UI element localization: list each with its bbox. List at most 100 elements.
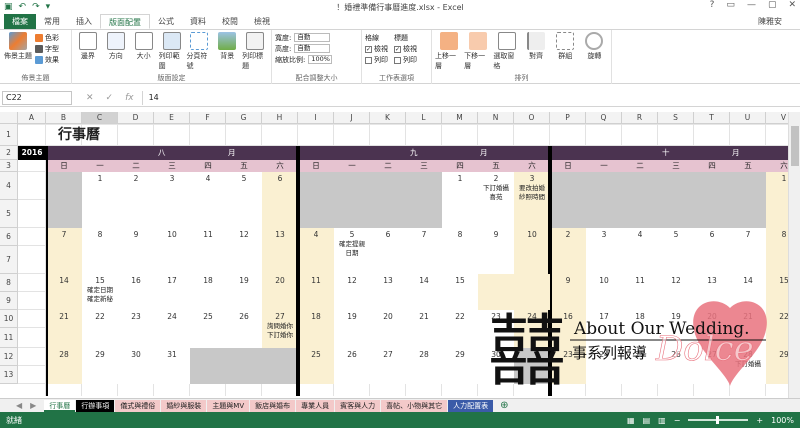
zoom-level[interactable]: 100% <box>771 416 794 425</box>
headings-view[interactable]: ✓ 檢視 <box>394 44 417 54</box>
scroll-thumb[interactable] <box>791 126 799 166</box>
year-cell[interactable]: 2016 <box>18 146 46 160</box>
page-break-view-icon[interactable]: ▥ <box>658 416 666 425</box>
normal-view-icon[interactable]: ▦ <box>627 416 635 425</box>
tab-file[interactable]: 檔案 <box>4 14 36 29</box>
worksheet-grid[interactable]: 行事曆 2016 八月日一二三四五六 1 2 3 4 5 6 7 8 9 10 11 12 13 14 15 16 1… <box>18 124 788 396</box>
sheet-tab-0[interactable]: 行事曆 <box>44 399 76 412</box>
formula-input[interactable]: 14 <box>141 90 800 105</box>
row-header-11[interactable]: 11 <box>0 328 18 348</box>
zoom-slider[interactable] <box>688 416 749 424</box>
event-note[interactable]: 詢問婚你 下訂婚你 <box>262 322 298 340</box>
column-header-F[interactable]: F <box>190 112 226 124</box>
row-header-6[interactable]: 6 <box>0 228 18 246</box>
vertical-scrollbar[interactable] <box>788 112 800 398</box>
undo-icon[interactable]: ↶ <box>19 2 27 12</box>
event-note[interactable]: 確定提親 日期 <box>334 240 370 258</box>
enter-icon[interactable]: ✓ <box>106 93 114 103</box>
user-name[interactable]: 陳雅安 <box>758 14 800 29</box>
gridlines-print[interactable]: 列印 <box>365 55 388 65</box>
tab-view[interactable]: 檢視 <box>246 14 278 29</box>
column-header-L[interactable]: L <box>406 112 442 124</box>
row-header-10[interactable]: 10 <box>0 310 18 328</box>
add-sheet-icon[interactable]: ⊕ <box>500 400 508 411</box>
column-header-A[interactable]: A <box>18 112 46 124</box>
column-header-O[interactable]: O <box>514 112 550 124</box>
next-sheet-icon[interactable]: ▶ <box>30 401 36 410</box>
zoom-slider-thumb[interactable] <box>716 416 720 424</box>
row-header-1[interactable]: 1 <box>0 124 18 146</box>
redo-icon[interactable]: ↷ <box>32 2 40 12</box>
page-layout-view-icon[interactable]: ▤ <box>643 416 651 425</box>
tab-insert[interactable]: 插入 <box>68 14 100 29</box>
sheet-tab-8[interactable]: 喜帖、小物與其它 <box>381 399 448 412</box>
column-header-T[interactable]: T <box>694 112 730 124</box>
minimize-icon[interactable]: — <box>747 0 756 10</box>
column-header-H[interactable]: H <box>262 112 298 124</box>
row-header-13[interactable]: 13 <box>0 366 18 384</box>
column-header-S[interactable]: S <box>658 112 694 124</box>
row-header-12[interactable]: 12 <box>0 348 18 366</box>
row-header-3[interactable]: 3 <box>0 160 18 172</box>
column-header-I[interactable]: I <box>298 112 334 124</box>
width-dropdown[interactable]: 自動 <box>294 33 331 42</box>
zoom-in-icon[interactable]: + <box>756 416 763 425</box>
sheet-tab-4[interactable]: 主題與MV <box>207 399 250 412</box>
event-note[interactable]: 下訂婚攝 <box>730 360 766 369</box>
event-note[interactable]: 要改拍婚 紗照時間 <box>514 184 550 202</box>
column-header-K[interactable]: K <box>370 112 406 124</box>
column-header-P[interactable]: P <box>550 112 586 124</box>
effects-button[interactable]: 效果 <box>35 55 59 65</box>
sheet-tab-5[interactable]: 飯店與婚布 <box>250 399 296 412</box>
event-note[interactable]: 確定日期 確定新秘 <box>82 286 118 304</box>
tab-page-layout[interactable]: 版面配置 <box>100 14 150 29</box>
column-header-J[interactable]: J <box>334 112 370 124</box>
column-header-M[interactable]: M <box>442 112 478 124</box>
tab-review[interactable]: 校閱 <box>214 14 246 29</box>
sheet-tab-9[interactable]: 人力配置表 <box>448 399 494 412</box>
help-icon[interactable]: ? <box>710 0 715 10</box>
column-header-N[interactable]: N <box>478 112 514 124</box>
column-header-D[interactable]: D <box>118 112 154 124</box>
scale-input[interactable]: 100% <box>308 55 333 64</box>
column-header-C[interactable]: C <box>82 112 118 124</box>
sheet-tab-6[interactable]: 專業人員 <box>296 399 335 412</box>
prev-sheet-icon[interactable]: ◀ <box>16 401 22 410</box>
row-header-7[interactable]: 7 <box>0 246 18 274</box>
column-header-U[interactable]: U <box>730 112 766 124</box>
sheet-tab-2[interactable]: 儀式與禮俗 <box>115 399 161 412</box>
gridlines-view-checkbox[interactable]: ✓ <box>365 45 372 53</box>
insert-function-icon[interactable]: fx <box>125 93 134 103</box>
sheet-tab-1[interactable]: 行辦事項 <box>76 399 115 412</box>
gridlines-view[interactable]: ✓ 檢視 <box>365 44 388 54</box>
calendar-title[interactable]: 行事曆 <box>46 124 190 146</box>
customize-icon[interactable]: ▾ <box>46 2 51 12</box>
row-header-2[interactable]: 2 <box>0 146 18 160</box>
zoom-out-icon[interactable]: − <box>674 416 681 425</box>
fonts-button[interactable]: 字型 <box>35 44 59 54</box>
headings-view-checkbox[interactable]: ✓ <box>394 45 401 53</box>
column-header-E[interactable]: E <box>154 112 190 124</box>
sheet-tab-3[interactable]: 婚紗與服裝 <box>161 399 207 412</box>
highlight-cell[interactable] <box>478 274 514 310</box>
column-header-Q[interactable]: Q <box>586 112 622 124</box>
headings-print[interactable]: 列印 <box>394 55 417 65</box>
height-dropdown[interactable]: 自動 <box>294 44 331 53</box>
colors-button[interactable]: 色彩 <box>35 33 59 43</box>
column-header-G[interactable]: G <box>226 112 262 124</box>
ribbon-display-icon[interactable]: ▭ <box>726 0 735 10</box>
highlight-cell[interactable] <box>514 274 550 310</box>
row-header-8[interactable]: 8 <box>0 274 18 292</box>
event-note[interactable]: 下訂婚攝 喜苑 <box>478 184 514 202</box>
cancel-icon[interactable]: ✕ <box>86 93 94 103</box>
row-header-4[interactable]: 4 <box>0 172 18 200</box>
select-all-corner[interactable] <box>0 112 18 124</box>
column-header-B[interactable]: B <box>46 112 82 124</box>
tab-home[interactable]: 常用 <box>36 14 68 29</box>
headings-print-checkbox[interactable] <box>394 56 401 64</box>
row-header-9[interactable]: 9 <box>0 292 18 310</box>
close-icon[interactable]: ✕ <box>788 0 796 10</box>
name-box[interactable]: C22 <box>2 90 72 105</box>
column-header-R[interactable]: R <box>622 112 658 124</box>
gridlines-print-checkbox[interactable] <box>365 56 372 64</box>
